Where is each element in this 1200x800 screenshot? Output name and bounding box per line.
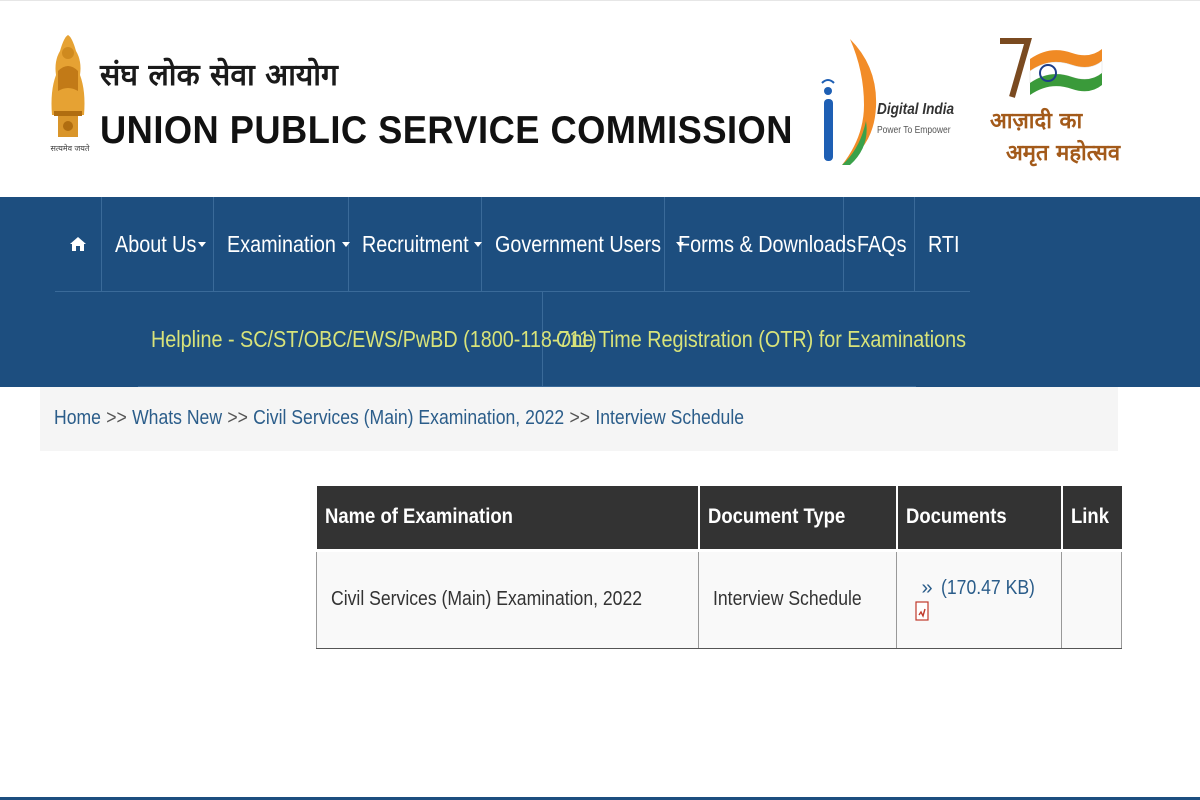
breadcrumb-whats-new[interactable]: Whats New — [132, 407, 222, 429]
azadi-text-line2: अमृत महोत्सव — [1006, 141, 1121, 166]
cell-document: » (170.47 KB) — [896, 548, 1063, 649]
azadi-75-logo-icon — [1000, 38, 1103, 98]
table-header-row: Name of Examination Document Type Docume… — [316, 486, 1122, 550]
nav-otr-label: One Time Registration (OTR) for Examinat… — [556, 325, 967, 352]
nav-forms-downloads-label: Forms & Downloads — [678, 230, 857, 257]
main-nav: About Us Examination Recruitment Governm… — [0, 197, 1200, 387]
cell-link — [1061, 548, 1123, 649]
nav-otr[interactable]: One Time Registration (OTR) for Examinat… — [543, 292, 966, 386]
document-download-link[interactable]: (170.47 KB) — [941, 577, 1048, 599]
breadcrumb-separator: >> — [569, 407, 591, 429]
nav-examination-label: Examination — [227, 230, 336, 257]
nav-government-users-label: Government Users — [495, 230, 661, 257]
nav-examination[interactable]: Examination — [214, 197, 350, 291]
documents-table: Name of Examination Document Type Docume… — [315, 486, 1123, 649]
breadcrumb-current: Interview Schedule — [595, 407, 745, 429]
col-header-documents: Documents — [896, 486, 1063, 550]
azadi-text-line1: आज़ादी का — [990, 109, 1083, 134]
emblem-motto: सत्यमेव जयते — [50, 144, 90, 153]
nav-forms-downloads[interactable]: Forms & Downloads — [665, 197, 856, 291]
digital-india-tagline: Power To Empower — [877, 125, 951, 136]
nav-primary-row: About Us Examination Recruitment Governm… — [55, 197, 970, 292]
nav-home[interactable] — [55, 197, 102, 291]
chevron-down-icon — [473, 241, 482, 247]
nav-recruitment[interactable]: Recruitment — [349, 197, 482, 291]
nav-recruitment-label: Recruitment — [362, 230, 469, 257]
nav-government-users[interactable]: Government Users — [482, 197, 685, 291]
chevron-down-icon — [197, 241, 206, 247]
site-header: सत्यमेव जयते संघ लोक सेवा आयोग UNION PUB… — [0, 0, 1200, 197]
nav-faqs-label: FAQs — [857, 230, 907, 257]
table-row: Civil Services (Main) Examination, 2022 … — [315, 548, 1123, 649]
raquo-marker: » — [921, 576, 933, 599]
col-header-exam: Name of Examination — [316, 486, 700, 550]
nav-helpline-label: Helpline - SC/ST/OBC/EWS/PwBD (1800-118-… — [151, 325, 597, 352]
nav-about-us[interactable]: About Us — [102, 197, 214, 291]
org-name-english: UNION PUBLIC SERVICE COMMISSION — [100, 109, 793, 152]
cell-doc-type: Interview Schedule — [698, 548, 898, 649]
digital-india-title: Digital India — [877, 101, 955, 118]
col-header-link: Link — [1061, 486, 1122, 550]
breadcrumb-exam[interactable]: Civil Services (Main) Examination, 2022 — [253, 407, 564, 429]
nav-rti-label: RTI — [928, 230, 960, 257]
col-header-doc-type: Document Type — [698, 486, 898, 550]
cell-exam-name: Civil Services (Main) Examination, 2022 — [315, 548, 700, 649]
nav-about-us-label: About Us — [115, 230, 197, 257]
nav-helpline[interactable]: Helpline - SC/ST/OBC/EWS/PwBD (1800-118-… — [138, 292, 597, 386]
digital-india-logo-icon — [821, 39, 877, 165]
nav-rti[interactable]: RTI — [915, 197, 970, 291]
pdf-icon[interactable] — [915, 601, 930, 621]
breadcrumb-separator: >> — [106, 407, 127, 429]
org-name-hindi: संघ लोक सेवा आयोग — [100, 58, 338, 93]
national-emblem-icon — [51, 35, 85, 137]
breadcrumb-separator: >> — [227, 407, 248, 429]
breadcrumb: Home >> Whats New >> Civil Services (Main) E… — [40, 387, 1118, 451]
home-icon — [70, 237, 86, 251]
nav-secondary-row: Helpline - SC/ST/OBC/EWS/PwBD (1800-118-… — [138, 292, 966, 387]
breadcrumb-home[interactable]: Home — [54, 407, 101, 429]
